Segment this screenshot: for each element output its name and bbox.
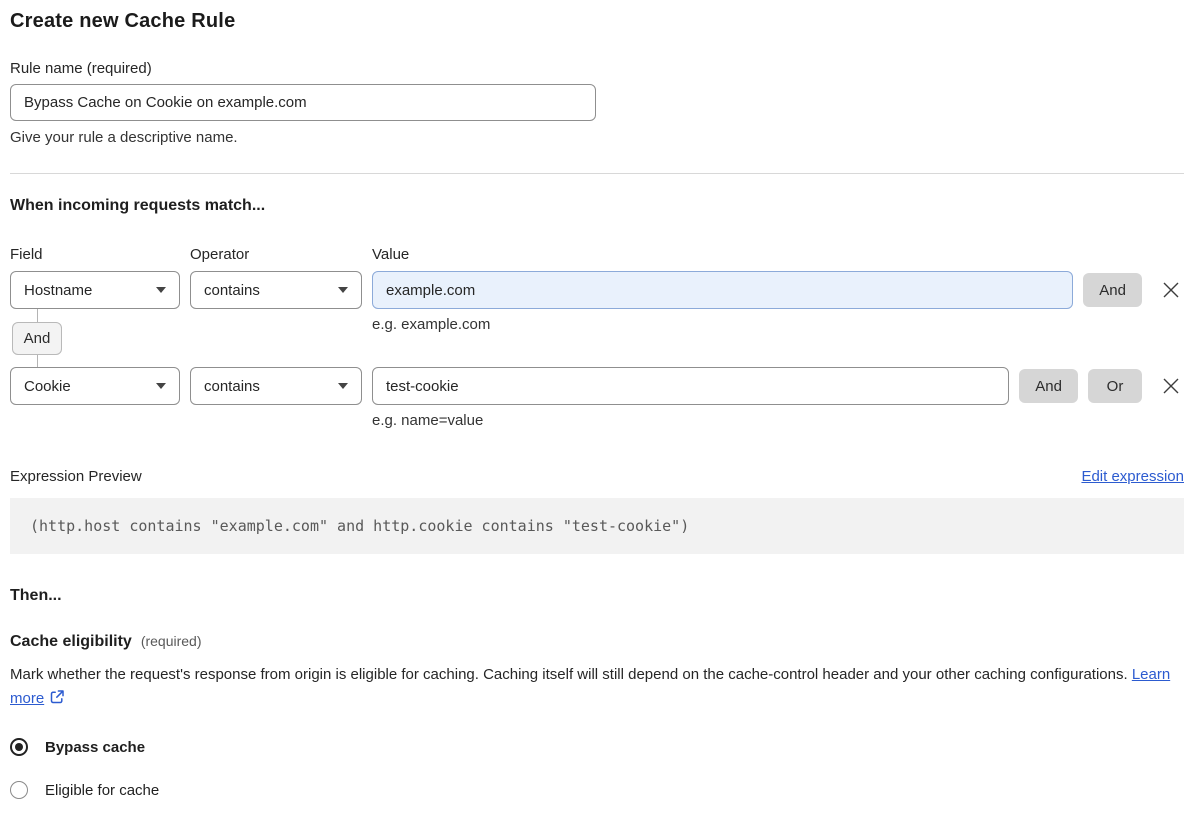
value-column-label: Value bbox=[372, 246, 410, 263]
radio-label: Bypass cache bbox=[45, 738, 146, 756]
match-column-labels: Field Operator Value bbox=[10, 246, 1184, 263]
match-heading: When incoming requests match... bbox=[10, 197, 266, 214]
rule-name-label: Rule name (required) bbox=[10, 60, 152, 77]
chevron-down-icon bbox=[338, 383, 348, 389]
radio-unselected-icon[interactable] bbox=[10, 781, 28, 799]
edit-expression-link[interactable]: Edit expression bbox=[1081, 468, 1184, 485]
add-and-condition-button[interactable]: And bbox=[1083, 273, 1142, 307]
radio-selected-icon[interactable] bbox=[10, 738, 28, 756]
field-select-value: Hostname bbox=[24, 281, 93, 299]
condition-connector: And bbox=[12, 309, 62, 367]
field-select-value: Cookie bbox=[24, 377, 71, 395]
chevron-down-icon bbox=[156, 383, 166, 389]
close-icon bbox=[1163, 378, 1179, 394]
chevron-down-icon bbox=[338, 287, 348, 293]
description-text: Mark whether the request's response from… bbox=[10, 666, 1128, 683]
field-select[interactable]: Cookie bbox=[10, 367, 180, 405]
operator-column-label: Operator bbox=[190, 246, 250, 263]
add-and-condition-button[interactable]: And bbox=[1019, 369, 1078, 403]
operator-select[interactable]: contains bbox=[190, 271, 362, 309]
then-heading: Then... bbox=[10, 587, 62, 604]
value-helper: e.g. example.com bbox=[372, 316, 491, 333]
match-row: Hostname contains And bbox=[10, 271, 1184, 309]
operator-select[interactable]: contains bbox=[190, 367, 362, 405]
cache-eligibility-description: Mark whether the request's response from… bbox=[10, 663, 1184, 713]
external-link-icon bbox=[49, 689, 65, 713]
match-row: Cookie contains And Or bbox=[10, 367, 1184, 405]
close-icon bbox=[1163, 282, 1179, 298]
create-cache-rule-form: Create new Cache Rule Rule name (require… bbox=[0, 0, 1200, 839]
expression-preview-label: Expression Preview bbox=[10, 468, 142, 485]
between-rows: e.g. example.com And bbox=[10, 309, 1184, 367]
expression-code: (http.host contains "example.com" and ht… bbox=[10, 498, 1184, 554]
chevron-down-icon bbox=[156, 287, 166, 293]
operator-select-value: contains bbox=[204, 377, 260, 395]
connector-line bbox=[36, 309, 38, 322]
value-helper: e.g. name=value bbox=[372, 412, 484, 429]
cache-eligibility-heading: Cache eligibility bbox=[10, 633, 132, 650]
expression-preview-row: Expression Preview Edit expression bbox=[10, 468, 1184, 485]
rule-name-input[interactable] bbox=[10, 84, 596, 121]
value-input[interactable] bbox=[372, 271, 1074, 309]
remove-condition-button[interactable] bbox=[1158, 277, 1184, 303]
required-note: (required) bbox=[140, 633, 202, 649]
field-select[interactable]: Hostname bbox=[10, 271, 180, 309]
connector-and-toggle[interactable]: And bbox=[12, 321, 62, 355]
remove-condition-button[interactable] bbox=[1158, 373, 1184, 399]
section-divider bbox=[10, 173, 1184, 174]
operator-select-value: contains bbox=[204, 281, 260, 299]
rule-name-helper: Give your rule a descriptive name. bbox=[10, 129, 238, 146]
page-title: Create new Cache Rule bbox=[10, 10, 236, 32]
connector-line bbox=[36, 354, 38, 367]
add-or-condition-button[interactable]: Or bbox=[1088, 369, 1142, 403]
radio-option-eligible-for-cache[interactable]: Eligible for cache bbox=[10, 781, 1184, 799]
radio-label: Eligible for cache bbox=[45, 781, 160, 799]
value-input[interactable] bbox=[372, 367, 1010, 405]
field-column-label: Field bbox=[10, 246, 43, 263]
cache-eligibility-heading-row: Cache eligibility (required) bbox=[10, 633, 1184, 651]
radio-option-bypass-cache[interactable]: Bypass cache bbox=[10, 738, 1184, 756]
